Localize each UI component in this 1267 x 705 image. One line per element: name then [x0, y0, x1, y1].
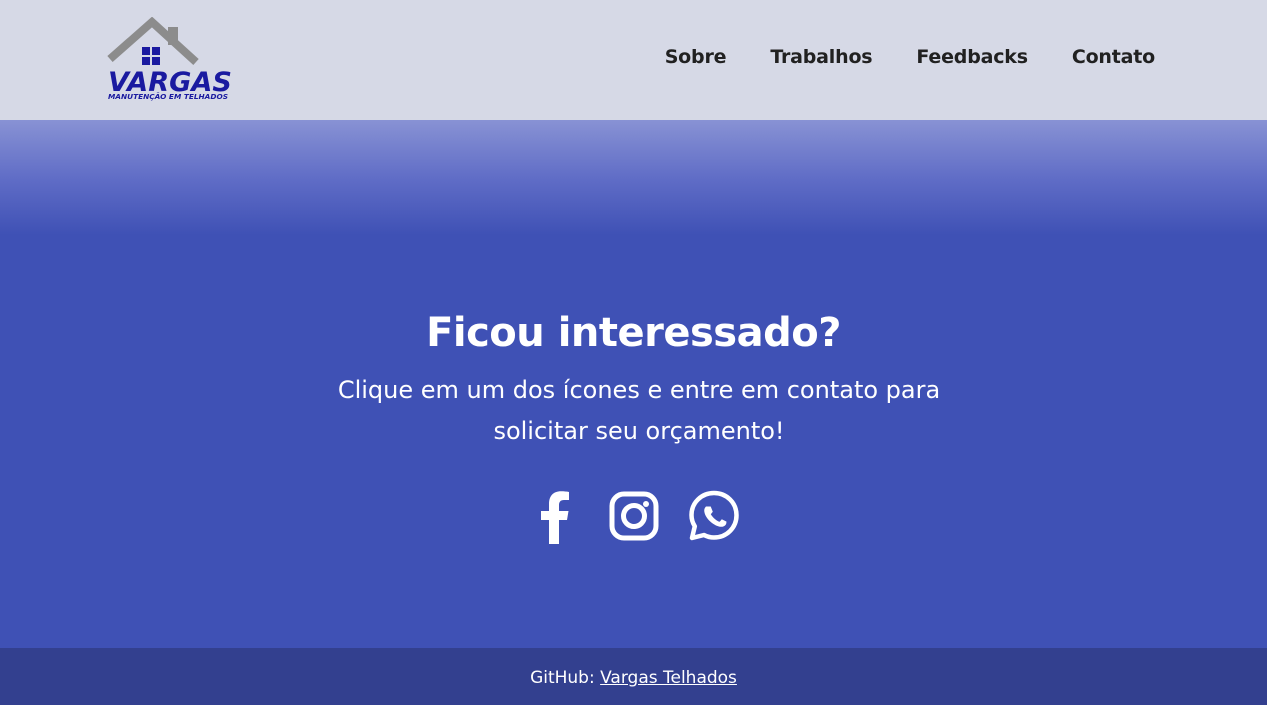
section-title: Ficou interessado?: [426, 310, 841, 356]
whatsapp-icon: [688, 490, 739, 541]
vargas-logo[interactable]: VARGAS MANUTENÇÃO EM TELHADOS: [106, 17, 236, 103]
footer-prefix: GitHub:: [530, 668, 601, 688]
contact-section: Ficou interessado? Clique em um dos ícon…: [0, 120, 1267, 648]
nav-link-feedbacks[interactable]: Feedbacks: [916, 46, 1028, 68]
facebook-link[interactable]: [529, 488, 579, 544]
facebook-icon: [540, 491, 569, 544]
site-footer: GitHub: Vargas Telhados: [0, 648, 1267, 705]
instagram-icon: [609, 491, 658, 541]
instagram-link[interactable]: [609, 488, 659, 544]
nav-link-sobre[interactable]: Sobre: [665, 46, 727, 68]
site-header: VARGAS MANUTENÇÃO EM TELHADOS Sobre Trab…: [0, 0, 1267, 120]
github-link[interactable]: Vargas Telhados: [600, 668, 737, 688]
nav-link-trabalhos[interactable]: Trabalhos: [770, 46, 872, 68]
whatsapp-link[interactable]: [688, 488, 739, 544]
social-icons: [0, 488, 1267, 544]
main-nav: Sobre Trabalhos Feedbacks Contato: [665, 46, 1155, 68]
logo-tagline: MANUTENÇÃO EM TELHADOS: [108, 92, 228, 101]
section-subtitle: Clique em um dos ícones e entre em conta…: [337, 376, 941, 445]
nav-link-contato[interactable]: Contato: [1072, 46, 1155, 68]
